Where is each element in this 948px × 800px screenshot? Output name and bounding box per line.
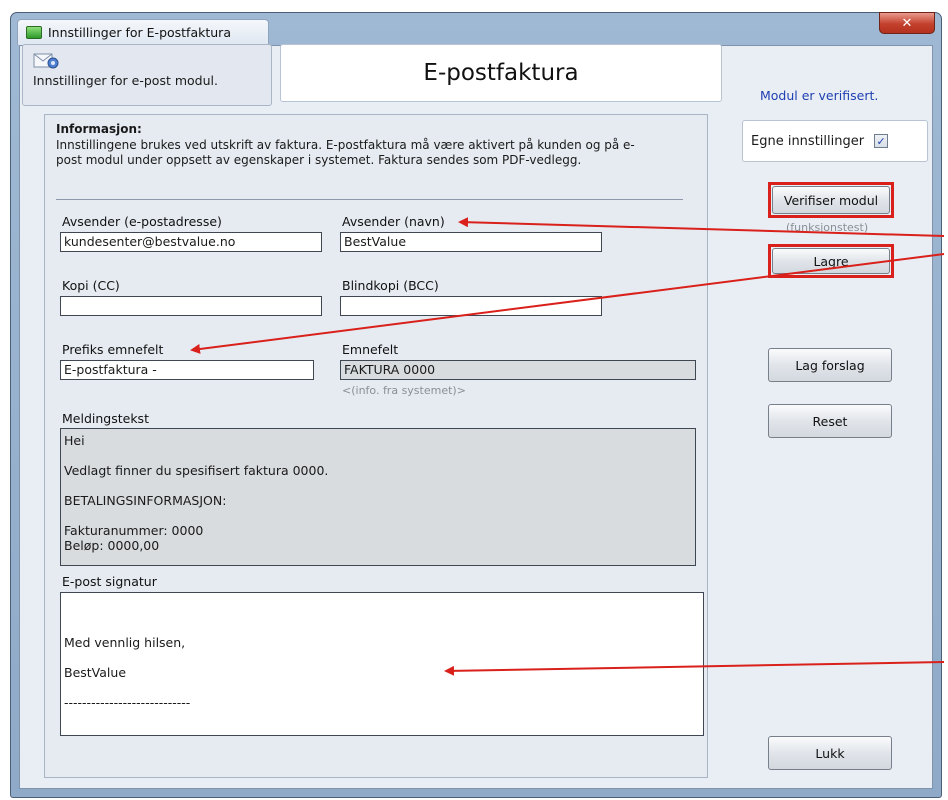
sender-email-input[interactable]: kundesenter@bestvalue.no	[60, 232, 322, 252]
sender-name-label: Avsender (navn)	[342, 214, 445, 229]
message-line: Fakturanummer: 0000	[64, 523, 204, 538]
sender-name-input[interactable]: BestValue	[340, 232, 602, 252]
subject-prefix-input[interactable]: E-postfaktura -	[60, 360, 314, 380]
info-text: Innstillingene brukes ved utskrift av fa…	[56, 138, 635, 167]
close-icon: ✕	[901, 15, 913, 31]
own-settings-checkbox[interactable]: ✓	[874, 134, 889, 148]
title-bar: Innstillinger for E-postfaktura ✕	[11, 12, 941, 45]
cc-input[interactable]	[60, 296, 322, 316]
signature-line: ----------------------------	[64, 695, 191, 710]
save-button[interactable]: Lagre	[772, 248, 890, 274]
signature-textarea[interactable]: Med vennlig hilsen, BestValue ----------…	[60, 592, 704, 736]
own-settings-box: Egne innstillinger ✓	[742, 120, 928, 162]
checkmark-icon: ✓	[876, 134, 886, 148]
email-settings-icon	[33, 51, 59, 69]
verify-hint: (funksjonstest)	[786, 221, 869, 234]
own-settings-label: Egne innstillinger	[751, 133, 865, 149]
window-title-tab: Innstillinger for E-postfaktura	[17, 19, 269, 45]
message-line: BETALINGSINFORMASJON:	[64, 493, 227, 508]
verify-module-button[interactable]: Verifiser modul	[772, 186, 890, 214]
sender-email-label: Avsender (e-postadresse)	[62, 214, 222, 229]
subject-readonly-field: FAKTURA 0000	[340, 360, 696, 380]
cc-label: Kopi (CC)	[62, 278, 120, 293]
message-line: Vedlagt finner du spesifisert faktura 00…	[64, 463, 329, 478]
subject-system-hint: <(info. fra systemet)>	[342, 384, 466, 397]
app-icon	[26, 26, 42, 39]
info-divider	[56, 199, 683, 200]
page-title: E-postfaktura	[280, 44, 722, 102]
module-tab-label: Innstillinger for e-post modul.	[33, 73, 218, 88]
signature-line: BestValue	[64, 665, 127, 680]
email-module-settings-tab[interactable]: Innstillinger for e-post modul.	[22, 44, 272, 106]
subject-label: Emnefelt	[342, 342, 399, 357]
suggest-button[interactable]: Lag forslag	[768, 348, 892, 382]
info-heading: Informasjon:	[56, 122, 142, 136]
bcc-input[interactable]	[340, 296, 602, 316]
subject-prefix-label: Prefiks emnefelt	[62, 342, 164, 357]
module-verified-status: Modul er verifisert.	[760, 88, 879, 103]
message-line: Hei	[64, 433, 85, 448]
message-label: Meldingstekst	[62, 411, 149, 426]
signature-line: Med vennlig hilsen,	[64, 635, 186, 650]
signature-label: E-post signatur	[62, 574, 157, 589]
close-window-button[interactable]: ✕	[879, 12, 935, 34]
close-dialog-button[interactable]: Lukk	[768, 736, 892, 770]
message-textarea[interactable]: Hei Vedlagt finner du spesifisert faktur…	[60, 428, 696, 566]
bcc-label: Blindkopi (BCC)	[342, 278, 439, 293]
reset-button[interactable]: Reset	[768, 404, 892, 438]
window-title: Innstillinger for E-postfaktura	[48, 25, 231, 40]
message-line: Beløp: 0000,00	[64, 538, 160, 553]
